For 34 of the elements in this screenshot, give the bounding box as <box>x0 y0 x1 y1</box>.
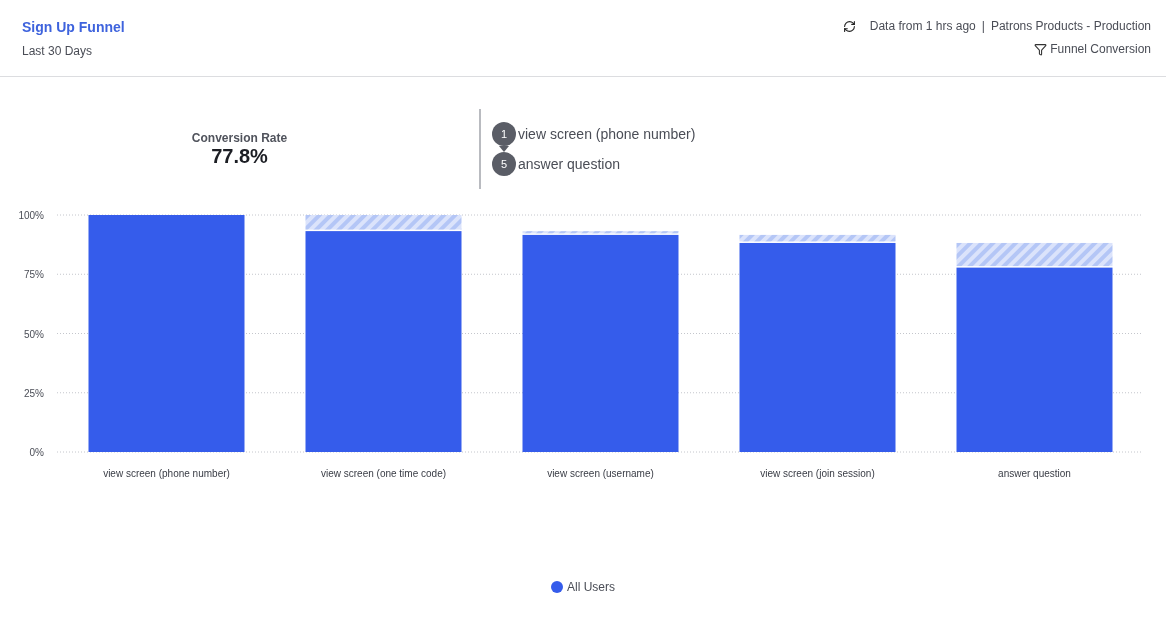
legend-label[interactable]: All Users <box>567 580 615 594</box>
dropoff-bar[interactable] <box>956 242 1113 267</box>
project-name: Patrons Products - Production <box>990 19 1151 33</box>
axis-tick-label: 0% <box>29 447 44 458</box>
category-label: view screen (one time code) <box>320 468 447 479</box>
bar[interactable] <box>88 215 245 452</box>
step-number: 5 <box>492 152 516 176</box>
step-name: view screen (phone number) <box>518 126 696 142</box>
axis-tick-label: 50% <box>24 328 44 340</box>
category-label: view screen (join session) <box>760 468 875 479</box>
category-label: view screen (phone number) <box>103 468 230 479</box>
dropoff-bar[interactable] <box>739 234 896 242</box>
refresh-icon[interactable] <box>842 19 856 33</box>
category-label: answer question <box>998 468 1071 479</box>
date-range: Last 30 Days <box>22 44 94 58</box>
step-name: answer question <box>518 156 620 172</box>
axis-tick-label: 75% <box>24 269 44 281</box>
step-number: 1 <box>492 122 516 146</box>
bar[interactable] <box>956 267 1113 452</box>
dropoff-bar[interactable] <box>522 231 679 234</box>
axis-tick-label: 100% <box>18 210 44 221</box>
axis-tick-label: 25% <box>24 387 44 399</box>
data-freshness: Data from 1 hrs ago <box>869 19 976 33</box>
bar[interactable] <box>522 234 679 452</box>
category-label: view screen (username) <box>547 468 654 479</box>
metric-value: 77.8% <box>211 144 268 168</box>
dropoff-bar[interactable] <box>305 215 462 230</box>
bar[interactable] <box>739 242 896 452</box>
report-title[interactable]: Sign Up Funnel <box>22 19 125 35</box>
funnel-icon <box>1034 42 1048 56</box>
view-type: Funnel Conversion <box>1050 42 1151 56</box>
bar[interactable] <box>305 231 462 452</box>
metric-label: Conversion Rate <box>191 130 288 145</box>
separator: | <box>981 19 985 33</box>
